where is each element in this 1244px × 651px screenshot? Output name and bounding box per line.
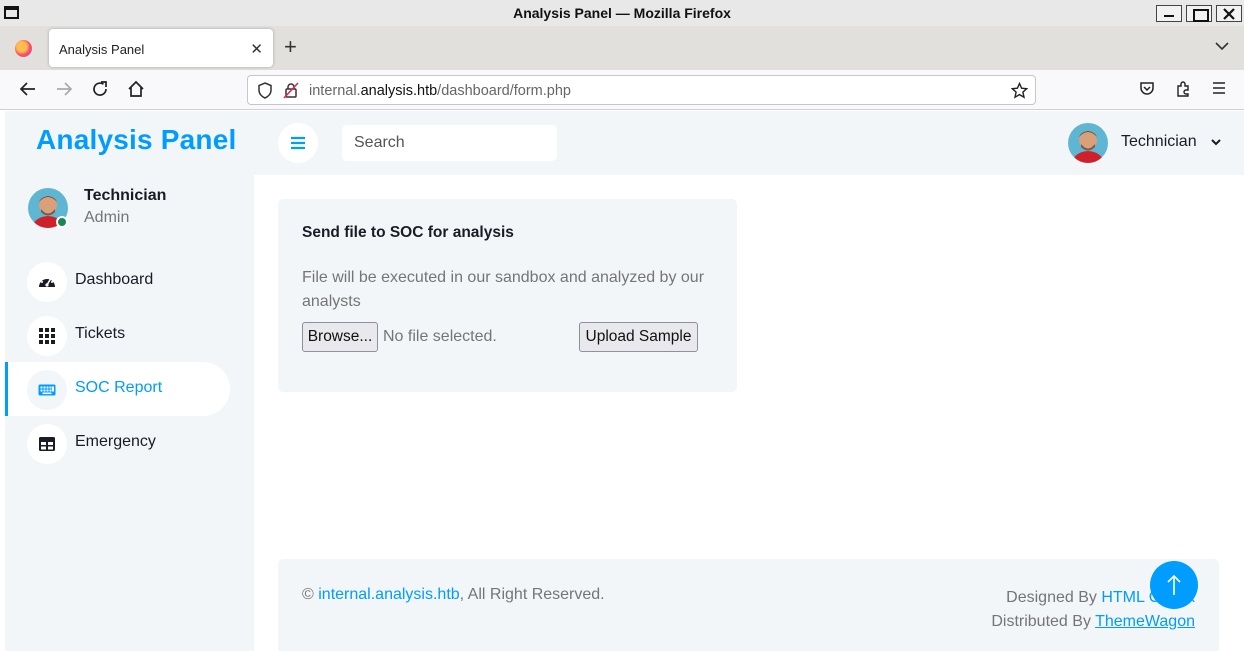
- list-all-tabs-icon[interactable]: [1214, 41, 1230, 51]
- close-tab-icon[interactable]: ✕: [250, 40, 263, 58]
- tab-analysis-panel[interactable]: Analysis Panel ✕: [49, 29, 273, 67]
- sidebar-item-label: Tickets: [75, 325, 126, 342]
- file-status-text: No file selected.: [383, 328, 497, 345]
- table-icon: [27, 424, 67, 464]
- back-to-top-button[interactable]: [1150, 561, 1198, 609]
- maximize-button[interactable]: [1186, 5, 1212, 22]
- reload-icon[interactable]: [91, 80, 109, 98]
- online-status-dot: [56, 216, 68, 228]
- window-title: Analysis Panel — Mozilla Firefox: [513, 5, 731, 21]
- brand-logo[interactable]: Analysis Panel: [36, 124, 236, 156]
- browser-toolbar: internal.analysis.htb/dashboard/form.php: [0, 70, 1244, 110]
- window-titlebar: Analysis Panel — Mozilla Firefox: [0, 0, 1244, 26]
- bars-icon: [291, 136, 305, 150]
- chevron-down-icon: [1211, 139, 1221, 146]
- site-link[interactable]: internal.analysis.htb: [318, 586, 459, 603]
- copyright-text: © internal.analysis.htb, All Right Reser…: [302, 586, 605, 603]
- new-tab-button[interactable]: +: [284, 36, 297, 58]
- close-window-button[interactable]: [1216, 5, 1242, 22]
- user-dropdown[interactable]: Technician: [1068, 123, 1228, 163]
- sidebar-item-emergency[interactable]: Emergency: [5, 416, 230, 470]
- home-icon[interactable]: [127, 80, 145, 98]
- browse-file-button[interactable]: Browse...: [302, 322, 378, 352]
- upload-form-card: Send file to SOC for analysis File will …: [278, 199, 737, 392]
- sidebar-item-label: Emergency: [75, 433, 156, 450]
- gauge-icon: [27, 262, 67, 302]
- shield-icon[interactable]: [257, 82, 273, 99]
- themewagon-link[interactable]: ThemeWagon: [1095, 613, 1195, 630]
- sidebar-item-tickets[interactable]: Tickets: [5, 308, 230, 362]
- sidebar-item-label: SOC Report: [75, 379, 163, 396]
- sidebar: Analysis Panel Technician Admin Dashboar…: [5, 111, 254, 651]
- close-icon: [1223, 8, 1235, 20]
- top-navbar: Technician: [254, 111, 1244, 175]
- sidebar-item-label: Dashboard: [75, 271, 154, 288]
- back-icon[interactable]: [19, 80, 37, 98]
- keyboard-icon: [27, 370, 67, 410]
- form-title: Send file to SOC for analysis: [302, 224, 514, 241]
- pocket-icon[interactable]: [1139, 80, 1155, 96]
- hamburger-menu-icon[interactable]: [1211, 80, 1227, 96]
- bookmark-star-icon[interactable]: [1011, 82, 1028, 99]
- insecure-lock-icon[interactable]: [283, 82, 299, 99]
- forward-icon[interactable]: [55, 80, 73, 98]
- search-input[interactable]: [342, 125, 557, 161]
- grid-icon: [27, 316, 67, 356]
- url-bar[interactable]: internal.analysis.htb/dashboard/form.php: [247, 75, 1036, 105]
- sidebar-item-dashboard[interactable]: Dashboard: [5, 254, 230, 308]
- url-text: internal.analysis.htb/dashboard/form.php: [309, 83, 571, 99]
- sidebar-toggle-button[interactable]: [278, 123, 318, 163]
- upload-sample-button[interactable]: Upload Sample: [579, 322, 698, 352]
- user-name: Technician: [1121, 133, 1197, 150]
- user-avatar: [1068, 123, 1108, 163]
- arrow-up-icon: [1167, 574, 1181, 595]
- form-description: File will be executed in our sandbox and…: [302, 269, 705, 310]
- sidebar-item-soc-report[interactable]: SOC Report: [5, 362, 230, 416]
- minimize-button[interactable]: [1156, 5, 1182, 22]
- tab-bar: Analysis Panel ✕ +: [0, 26, 1244, 70]
- profile-name: Technician: [84, 187, 167, 204]
- extensions-icon[interactable]: [1175, 80, 1191, 97]
- firefox-icon: [15, 40, 32, 57]
- footer: © internal.analysis.htb, All Right Reser…: [278, 559, 1219, 651]
- profile-role: Admin: [84, 209, 130, 226]
- tab-label: Analysis Panel: [59, 42, 145, 57]
